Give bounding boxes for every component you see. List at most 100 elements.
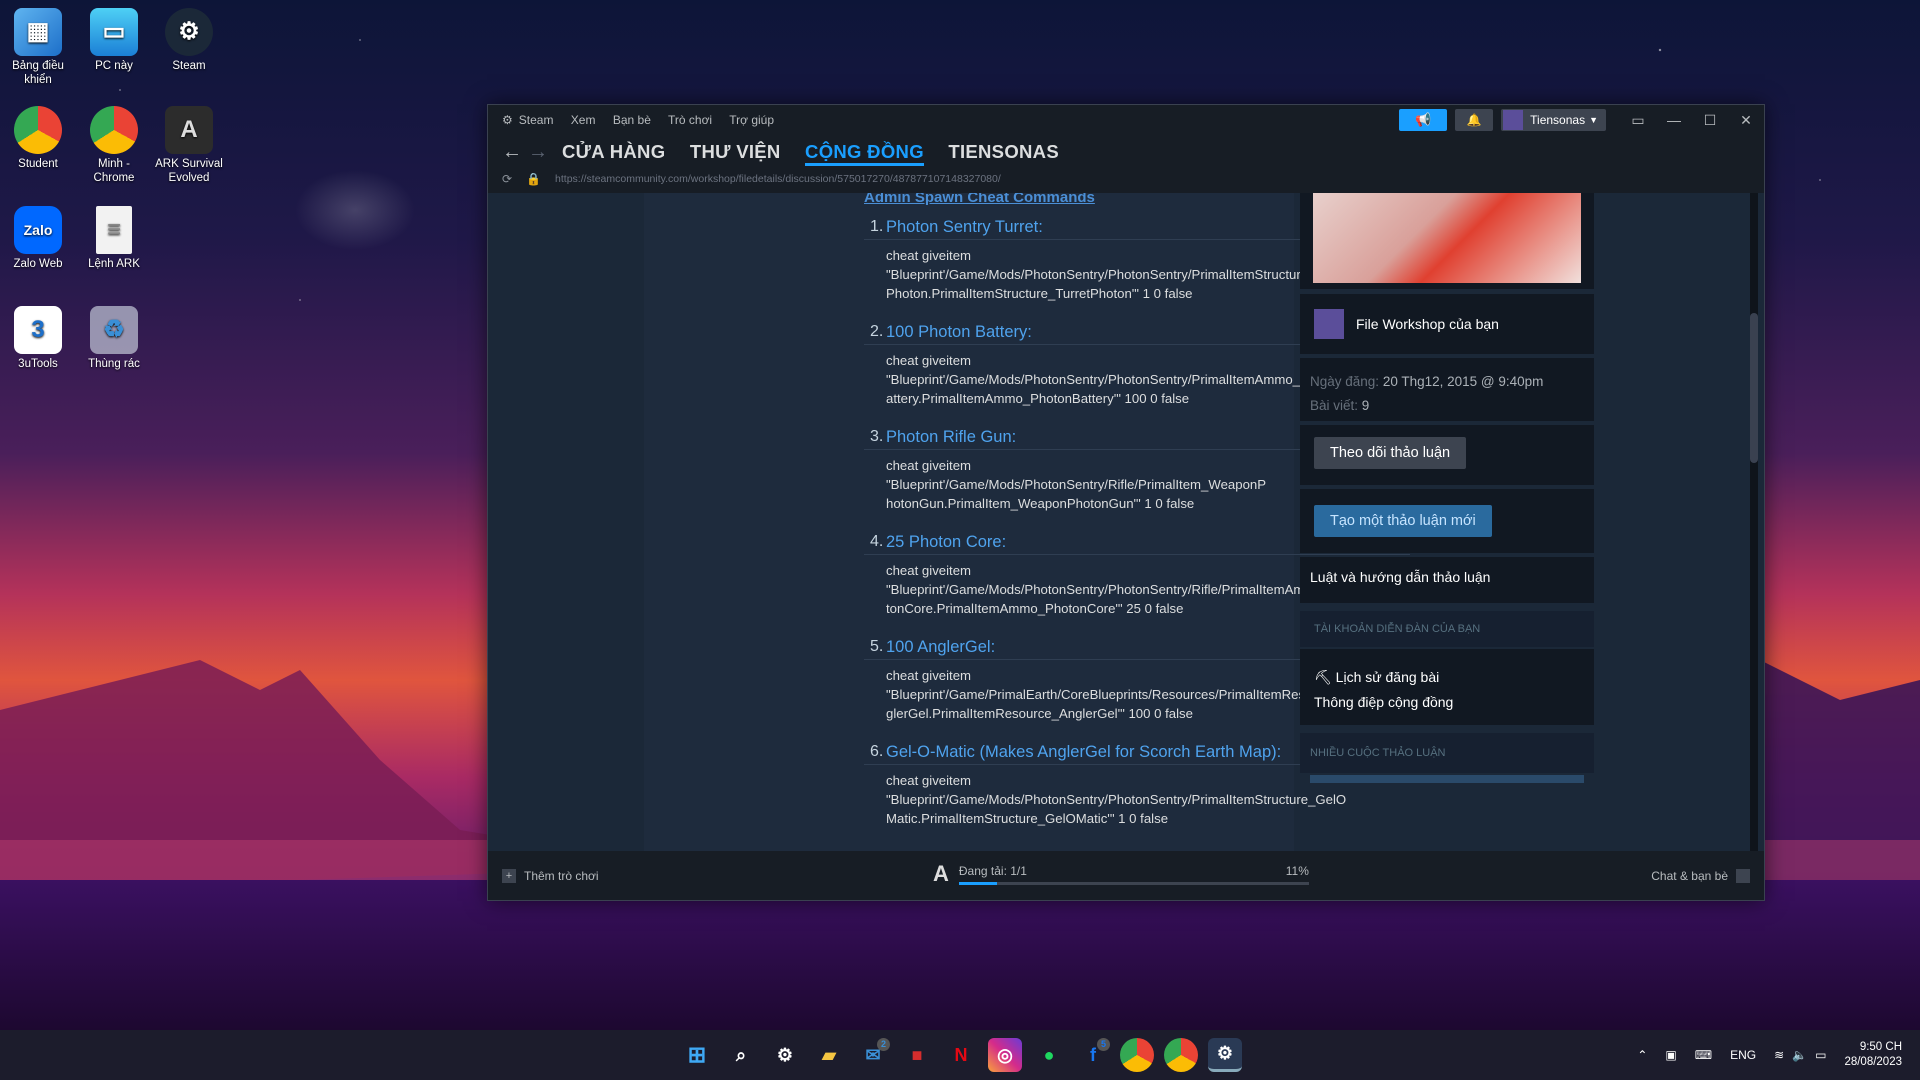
account-menu[interactable]: Tiensonas ▼ bbox=[1501, 109, 1606, 131]
desktop-icon-lenh-ark[interactable]: ≡ Lệnh ARK bbox=[76, 206, 152, 271]
search-button[interactable]: ⌕ bbox=[724, 1038, 758, 1072]
url-text[interactable]: https://steamcommunity.com/workshop/file… bbox=[555, 173, 1001, 185]
menu-games[interactable]: Trò chơi bbox=[668, 113, 712, 127]
chrome-icon bbox=[90, 106, 138, 154]
nav-store[interactable]: CỬA HÀNG bbox=[562, 141, 665, 162]
chrome-button-1[interactable] bbox=[1120, 1038, 1154, 1072]
desktop-icon-zalo[interactable]: Zalo Zalo Web bbox=[0, 206, 76, 271]
steam-navbar: ← → CỬA HÀNG THƯ VIỆN CỘNG ĐỒNG TIENSONA… bbox=[488, 135, 1764, 169]
follow-discussion-button[interactable]: Theo dõi thảo luận bbox=[1314, 437, 1467, 469]
menu-friends[interactable]: Bạn bè bbox=[613, 113, 651, 127]
mail-button[interactable]: ✉ 2 bbox=[856, 1038, 890, 1072]
post-history-link[interactable]: ⛏ Lịch sử đăng bài bbox=[1314, 665, 1580, 690]
language-indicator[interactable]: ENG bbox=[1730, 1048, 1756, 1062]
minimize-button[interactable]: — bbox=[1656, 112, 1692, 128]
post-info-box: Ngày đăng: 20 Thg12, 2015 @ 9:40pm Bài v… bbox=[1300, 358, 1594, 421]
forum-account-header: TÀI KHOẢN DIỄN ĐÀN CỦA BẠN bbox=[1300, 611, 1594, 647]
desktop-icon-label: Minh - Chrome bbox=[93, 158, 135, 184]
item-number: 3. bbox=[870, 428, 884, 445]
discussion-body: Admin Spawn Cheat Commands 1. Photon Sent… bbox=[644, 193, 1410, 851]
windows-icon: ⊞ bbox=[687, 1042, 707, 1067]
rules-link[interactable]: Luật và hướng dẫn thảo luận bbox=[1310, 569, 1490, 585]
new-discussion-button[interactable]: Tạo một thảo luận mới bbox=[1314, 505, 1492, 537]
ark-game-icon: A bbox=[933, 861, 949, 886]
add-game-label: Thêm trò chơi bbox=[524, 868, 599, 883]
workshop-file-box[interactable]: File Workshop của bạn bbox=[1300, 294, 1594, 354]
3utools-icon: 3 bbox=[14, 306, 62, 354]
scrollbar[interactable] bbox=[1750, 193, 1758, 851]
maximize-icon: ☐ bbox=[1703, 111, 1717, 128]
add-game-button[interactable]: + Thêm trò chơi bbox=[502, 868, 599, 883]
menu-steam[interactable]: Steam bbox=[519, 113, 554, 127]
desktop-icon-this-pc[interactable]: ▭ PC này bbox=[76, 8, 152, 73]
netflix-button[interactable]: N bbox=[944, 1038, 978, 1072]
nav-library[interactable]: THƯ VIỆN bbox=[690, 141, 781, 162]
steam-taskbar-button[interactable]: ⚙ bbox=[1208, 1038, 1242, 1072]
avatar bbox=[1503, 110, 1524, 130]
nav-profile[interactable]: TIENSONAS bbox=[948, 141, 1059, 162]
notifications-button[interactable]: 🔔 bbox=[1455, 109, 1494, 131]
taskbar: ⊞ ⌕ ⚙ ▰ ✉ 2 ■ N ◎ ● f5 ⚙ ⌃ ▣ ⌨ ENG ≋ 🔈 ▭ … bbox=[0, 1030, 1920, 1080]
menu-help[interactable]: Trợ giúp bbox=[729, 113, 774, 127]
section-title-link[interactable]: Admin Spawn Cheat Commands bbox=[864, 193, 1095, 206]
desktop-icon-3utools[interactable]: 3 3uTools bbox=[0, 306, 76, 371]
menu-view[interactable]: Xem bbox=[571, 113, 596, 127]
item-number: 6. bbox=[870, 743, 884, 760]
steam-window: ⚙ Steam Xem Bạn bè Trò chơi Trợ giúp 📢 🔔… bbox=[487, 104, 1765, 901]
desktop-icon-ark[interactable]: A ARK Survival Evolved bbox=[151, 106, 227, 185]
workshop-preview-image[interactable] bbox=[1313, 193, 1581, 283]
desktop-icon-student[interactable]: Student bbox=[0, 106, 76, 171]
settings-button[interactable]: ⚙ bbox=[768, 1038, 802, 1072]
start-button[interactable]: ⊞ bbox=[680, 1038, 714, 1072]
big-picture-button[interactable]: ▭ bbox=[1620, 112, 1656, 129]
wifi-icon[interactable]: ≋ bbox=[1774, 1048, 1784, 1062]
back-arrow-icon[interactable]: ← bbox=[502, 141, 528, 164]
url-bar: ⟳ 🔒 https://steamcommunity.com/workshop/… bbox=[488, 169, 1764, 189]
tray-app-icon[interactable]: ▣ bbox=[1665, 1048, 1676, 1062]
chevron-up-icon[interactable]: ⌃ bbox=[1637, 1048, 1647, 1062]
clock-time: 9:50 CH bbox=[1859, 1041, 1902, 1053]
friends-chat-button[interactable]: Chat & bạn bè bbox=[1651, 868, 1750, 883]
desktop-icon-control-panel[interactable]: ▦ Bảng điều khiển bbox=[0, 8, 76, 87]
announcement-button[interactable]: 📢 bbox=[1399, 109, 1448, 131]
plus-icon: + bbox=[502, 868, 516, 883]
community-messages-link[interactable]: Thông điệp cộng đồng bbox=[1314, 690, 1580, 715]
chrome-button-2[interactable] bbox=[1164, 1038, 1198, 1072]
desktop-icon-steam[interactable]: ⚙ Steam bbox=[151, 8, 227, 73]
keyboard-icon[interactable]: ⌨ bbox=[1695, 1048, 1712, 1062]
discussion-sidebar: File Workshop của bạn Ngày đăng: 20 Thg1… bbox=[1300, 193, 1600, 851]
item-number: 5. bbox=[870, 638, 884, 655]
download-status[interactable]: A Đang tải: 1/1 11% bbox=[933, 861, 1309, 887]
clock[interactable]: 9:50 CH 28/08/2023 bbox=[1844, 1040, 1902, 1070]
date-label: Ngày đăng: bbox=[1310, 374, 1380, 389]
megaphone-icon: 📢 bbox=[1415, 112, 1432, 127]
scrollbar-thumb[interactable] bbox=[1750, 313, 1758, 463]
search-icon: ⌕ bbox=[735, 1044, 747, 1065]
item-title-text: Gel-O-Matic (Makes AnglerGel for Scorch … bbox=[886, 743, 1282, 761]
close-button[interactable]: ✕ bbox=[1728, 112, 1764, 129]
maximize-button[interactable]: ☐ bbox=[1692, 112, 1728, 129]
instagram-button[interactable]: ◎ bbox=[988, 1038, 1022, 1072]
battery-icon[interactable]: ▭ bbox=[1815, 1048, 1826, 1062]
more-discussions-list[interactable] bbox=[1310, 775, 1584, 783]
volume-icon[interactable]: 🔈 bbox=[1792, 1048, 1807, 1062]
forum-account-box: ⛏ Lịch sử đăng bài Thông điệp cộng đồng bbox=[1300, 649, 1594, 725]
file-explorer-button[interactable]: ▰ bbox=[812, 1038, 846, 1072]
post-history-text: Lịch sử đăng bài bbox=[1335, 669, 1440, 685]
download-progress-track bbox=[958, 881, 1309, 885]
item-number: 1. bbox=[870, 218, 884, 235]
date-value: 20 Thg12, 2015 @ 9:40pm bbox=[1382, 374, 1544, 389]
game-app-button[interactable]: ■ bbox=[900, 1038, 934, 1072]
spotify-button[interactable]: ● bbox=[1032, 1038, 1066, 1072]
forward-arrow-icon[interactable]: → bbox=[528, 141, 554, 164]
reload-icon[interactable]: ⟳ bbox=[502, 172, 512, 186]
workshop-preview-box bbox=[1300, 193, 1594, 289]
steam-icon: ⚙ bbox=[1216, 1043, 1234, 1063]
desktop-icon-minh-chrome[interactable]: Minh - Chrome bbox=[76, 106, 152, 185]
control-panel-icon: ▦ bbox=[14, 8, 62, 56]
desktop-icon-recycle-bin[interactable]: ♻ Thùng rác bbox=[76, 306, 152, 371]
desktop-icon-label: PC này bbox=[95, 60, 133, 72]
text-file-icon: ≡ bbox=[96, 206, 132, 254]
nav-community[interactable]: CỘNG ĐỒNG bbox=[805, 141, 924, 166]
facebook-button[interactable]: f5 bbox=[1076, 1038, 1110, 1072]
